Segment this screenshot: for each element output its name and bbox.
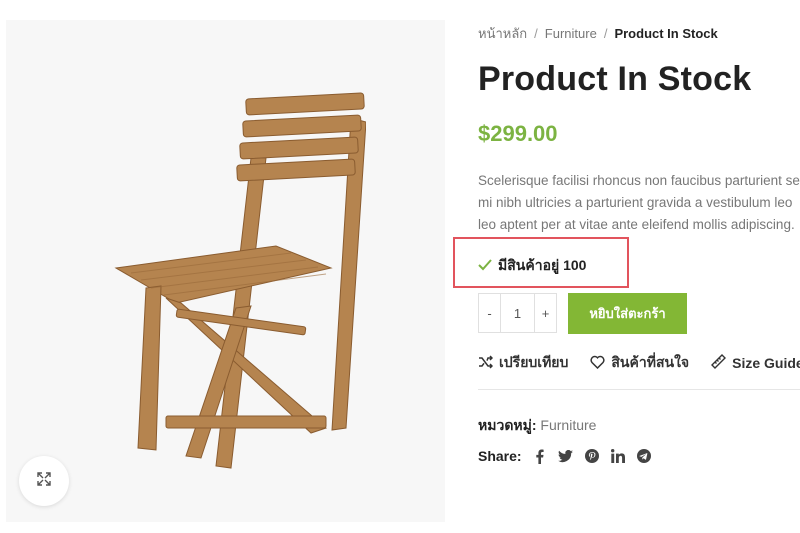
product-image-panel xyxy=(6,20,445,522)
stock-highlight-box xyxy=(453,237,629,288)
share-bar: Share: xyxy=(478,448,662,464)
quantity-input[interactable]: 1 xyxy=(501,293,534,333)
product-category: หมวดหมู่: Furniture xyxy=(478,415,596,437)
quantity-plus-button[interactable]: + xyxy=(534,293,557,333)
twitter-icon[interactable] xyxy=(558,448,574,464)
shuffle-icon xyxy=(478,354,499,372)
compare-button[interactable]: เปรียบเทียบ xyxy=(478,352,568,374)
telegram-icon[interactable] xyxy=(636,448,652,464)
compare-label: เปรียบเทียบ xyxy=(499,354,569,370)
product-image-chair xyxy=(114,92,366,469)
product-actions: เปรียบเทียบ สินค้าที่สนใจ Size Guide xyxy=(478,352,800,374)
breadcrumb-current: Product In Stock xyxy=(614,26,718,41)
quantity-stepper: - 1 + xyxy=(478,293,557,333)
size-guide-button[interactable]: Size Guide xyxy=(711,352,800,374)
size-guide-label: Size Guide xyxy=(732,355,800,371)
facebook-icon[interactable] xyxy=(532,448,548,464)
breadcrumb-category[interactable]: Furniture xyxy=(545,26,597,41)
ruler-icon xyxy=(711,354,732,372)
wishlist-label: สินค้าที่สนใจ xyxy=(611,354,690,370)
add-to-cart-button[interactable]: หยิบใส่ตะกร้า xyxy=(568,293,687,334)
category-link[interactable]: Furniture xyxy=(540,417,596,433)
quantity-minus-button[interactable]: - xyxy=(478,293,501,333)
wishlist-button[interactable]: สินค้าที่สนใจ xyxy=(590,352,689,374)
product-description: Scelerisque facilisi rhoncus non faucibu… xyxy=(478,170,800,236)
product-price: $299.00 xyxy=(478,121,558,146)
description-line: Scelerisque facilisi rhoncus non faucibu… xyxy=(478,173,800,188)
breadcrumb: หน้าหลัก / Furniture / Product In Stock xyxy=(478,23,718,44)
share-label: Share: xyxy=(478,448,522,464)
pinterest-icon[interactable] xyxy=(584,448,600,464)
divider xyxy=(478,389,800,390)
breadcrumb-home[interactable]: หน้าหลัก xyxy=(478,26,527,41)
zoom-button[interactable] xyxy=(19,456,69,506)
heart-icon xyxy=(590,355,611,372)
expand-icon xyxy=(36,471,52,492)
breadcrumb-separator: / xyxy=(534,26,538,41)
linkedin-icon[interactable] xyxy=(610,448,626,464)
description-line: leo aptent per at vitae ante eleifend mo… xyxy=(478,217,795,232)
description-line: mi nibh ultricies a parturient gravida a… xyxy=(478,195,793,210)
breadcrumb-separator: / xyxy=(603,26,608,41)
category-label: หมวดหมู่: xyxy=(478,417,537,433)
product-title: Product In Stock xyxy=(478,60,752,98)
